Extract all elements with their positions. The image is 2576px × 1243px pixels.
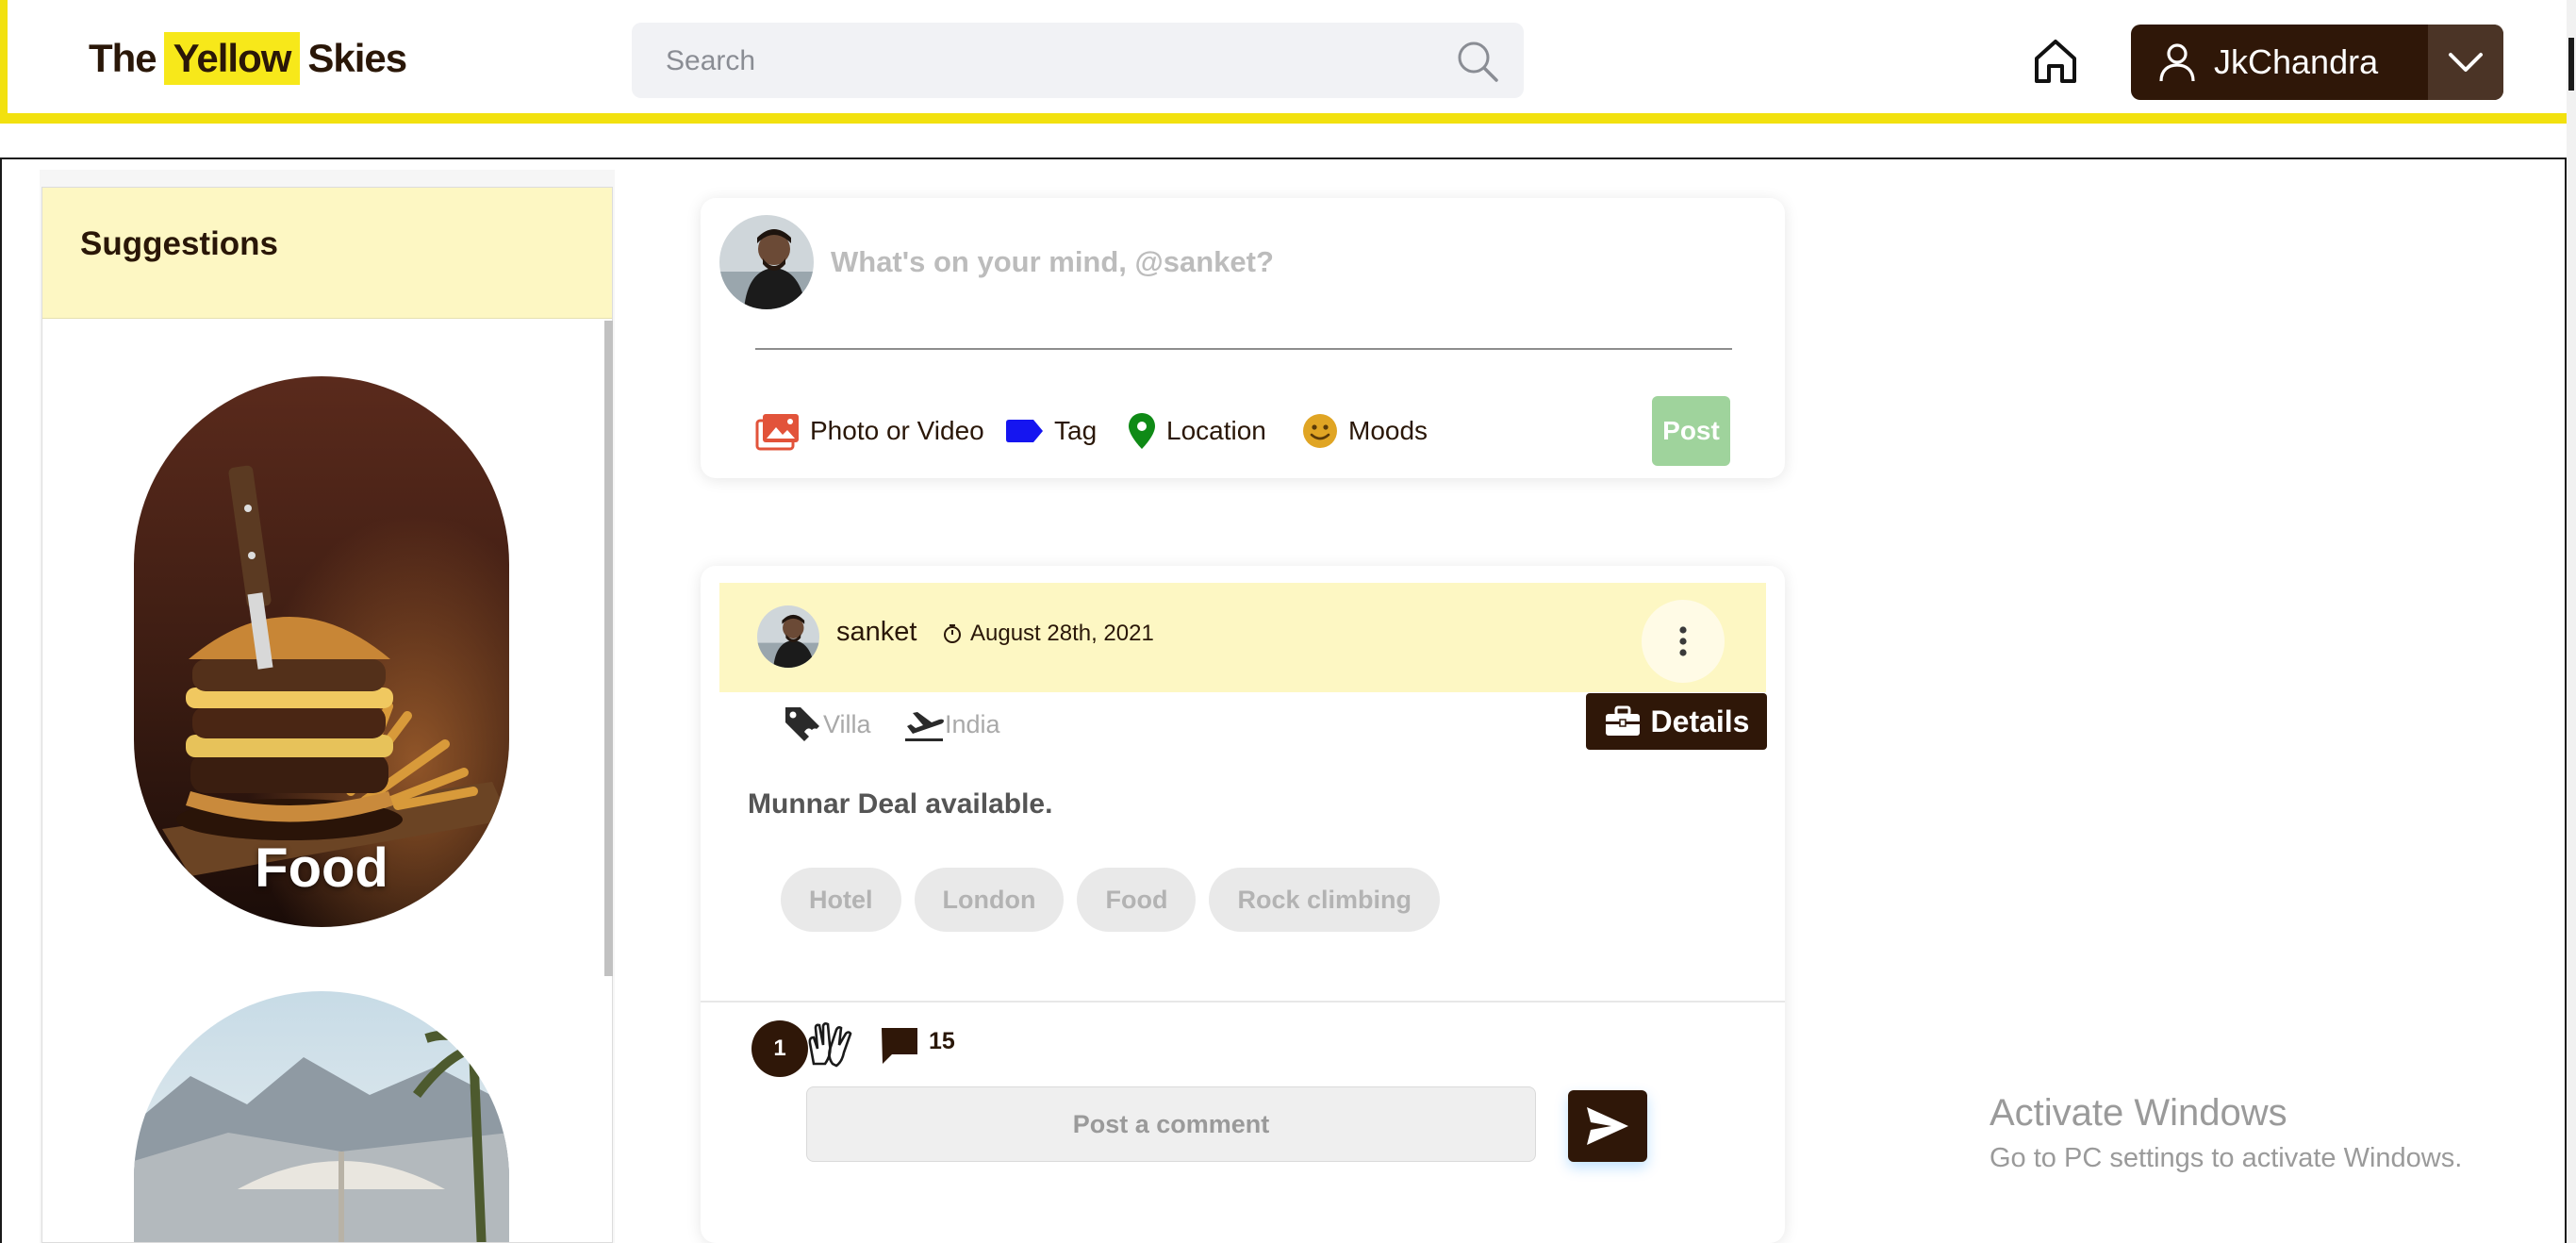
page-scrollbar-thumb[interactable]: [2568, 38, 2574, 91]
comment-count: 15: [929, 1028, 955, 1054]
logo-text-skies: Skies: [307, 36, 407, 80]
clock-icon: [944, 624, 961, 643]
post-body-text: Munnar Deal available.: [748, 788, 1053, 820]
location-pin-icon: [1129, 413, 1155, 449]
post-button[interactable]: Post: [1652, 396, 1730, 466]
option-moods-label: Moods: [1348, 416, 1428, 445]
tag-chip[interactable]: Hotel: [781, 868, 901, 932]
photo-icon: [755, 414, 799, 451]
composer-avatar: [719, 215, 814, 309]
option-tag[interactable]: Tag: [1005, 407, 1097, 455]
smiley-icon: [1303, 414, 1337, 448]
suggestions-header: Suggestions: [42, 188, 612, 319]
option-location-label: Location: [1166, 416, 1266, 445]
details-button-label: Details: [1650, 704, 1750, 738]
post-meta-villa: Villa: [782, 701, 871, 748]
composer-prompt[interactable]: What's on your mind, @sanket?: [831, 245, 1274, 279]
send-comment-button[interactable]: [1568, 1090, 1647, 1162]
post-more-options-button[interactable]: [1642, 600, 1725, 683]
post-meta-india: India: [903, 701, 1000, 748]
logo-text-yellow: Yellow: [163, 32, 301, 85]
tag-chip[interactable]: Rock climbing: [1209, 868, 1440, 932]
beach-umbrella-image: [134, 991, 509, 1242]
suggestions-title: Suggestions: [80, 225, 279, 262]
post-tags: Hotel London Food Rock climbing: [781, 868, 1440, 932]
comment-icon[interactable]: [879, 1024, 920, 1066]
suggestions-panel: Suggestions Food: [41, 187, 613, 1243]
chevron-down-icon: [2449, 53, 2483, 72]
post-composer: What's on your mind, @sanket? Photo or V…: [701, 198, 1785, 478]
windows-watermark-subtitle: Go to PC settings to activate Windows.: [1990, 1143, 2463, 1173]
plane-departure-icon: [905, 712, 944, 741]
more-vertical-icon: [1679, 626, 1687, 656]
suggestion-label-food: Food: [255, 837, 388, 899]
option-location[interactable]: Location: [1127, 407, 1266, 455]
search-input[interactable]: [664, 23, 1441, 100]
feed-post: sanket August 28th, 2021 Villa India Det…: [701, 566, 1785, 1243]
page-scrollbar[interactable]: [2567, 0, 2576, 1243]
sidebar-scrollbar[interactable]: [604, 321, 613, 976]
site-logo[interactable]: The Yellow Skies: [89, 25, 407, 92]
post-footer-divider: [701, 1001, 1785, 1003]
post-author-name[interactable]: sanket: [836, 617, 916, 648]
comment-input[interactable]: [806, 1086, 1536, 1162]
option-moods[interactable]: Moods: [1301, 407, 1428, 455]
user-icon: [2159, 43, 2195, 82]
user-dropdown-toggle[interactable]: [2428, 25, 2503, 100]
tag-chip[interactable]: Food: [1077, 868, 1197, 932]
post-date: August 28th, 2021: [942, 621, 1154, 647]
suggestion-card-beach[interactable]: [134, 991, 509, 1242]
reaction-count-badge: 1: [751, 1020, 808, 1077]
user-menu-button[interactable]: JkChandra: [2131, 25, 2503, 100]
home-icon[interactable]: [2029, 34, 2082, 87]
post-date-text: August 28th, 2021: [970, 621, 1154, 646]
option-photo-video-label: Photo or Video: [810, 416, 984, 445]
option-photo-video[interactable]: Photo or Video: [755, 407, 984, 455]
clapping-hands-icon[interactable]: [804, 1020, 853, 1069]
logo-text-the: The: [89, 36, 157, 80]
post-header: sanket August 28th, 2021: [719, 583, 1766, 692]
details-button[interactable]: Details: [1586, 693, 1767, 750]
composer-divider: [755, 348, 1732, 350]
post-meta-india-label: India: [945, 709, 1000, 738]
search-icon[interactable]: [1456, 40, 1499, 83]
suggestion-card-food[interactable]: Food: [134, 376, 509, 927]
tag-icon: [1006, 420, 1043, 442]
search-bar: [632, 23, 1524, 100]
post-meta-villa-label: Villa: [823, 709, 871, 738]
post-author-avatar[interactable]: [757, 605, 819, 668]
option-tag-label: Tag: [1054, 416, 1098, 445]
windows-watermark-title: Activate Windows: [1990, 1092, 2287, 1134]
tag-chip[interactable]: London: [914, 868, 1065, 932]
briefcase-icon: [1605, 705, 1640, 736]
top-navbar: The Yellow Skies JkChandra: [0, 0, 2567, 124]
tag-icon: [785, 707, 819, 741]
user-name: JkChandra: [2214, 42, 2379, 81]
send-icon: [1587, 1107, 1628, 1145]
